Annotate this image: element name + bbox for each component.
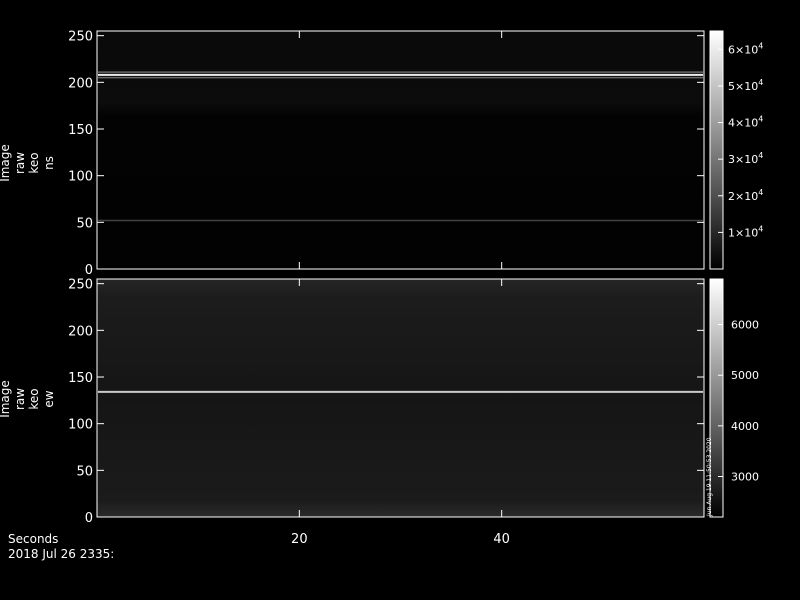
top-colorbar-times-40000: ×10 [735, 117, 758, 130]
top-colorbar-mantissa-10000: 1 [728, 226, 735, 239]
top-ytick-label-0: 0 [85, 263, 93, 278]
bottom-ytick-label-150: 150 [68, 371, 93, 386]
top-ytick-label-200: 200 [68, 76, 93, 91]
bottom-colorbar-ticks: 3000 4000 5000 6000 [718, 319, 759, 483]
top-colorbar-exponent-60000: 4 [758, 41, 763, 50]
top-colorbar-mantissa-40000: 4 [728, 117, 735, 130]
bottom-heatmap-background [97, 279, 704, 517]
top-ylabel-line-4: ns [42, 156, 56, 170]
top-colorbar-label-60000: 6×104 [728, 41, 763, 56]
top-ylabel-line-2: raw [13, 152, 27, 174]
top-colorbar-exponent-50000: 4 [758, 78, 763, 87]
bottom-colorbar-label-5000: 5000 [731, 369, 759, 382]
top-colorbar: 1×1042×1043×1044×1045×1046×104 [709, 30, 763, 270]
top-colorbar-mantissa-20000: 2 [728, 190, 735, 203]
top-colorbar-exponent-30000: 4 [758, 151, 763, 160]
top-colorbar-mantissa-50000: 5 [728, 80, 735, 93]
bottom-ylabel-line-4: ew [42, 390, 56, 407]
top-ylabel-line-3: keo [27, 152, 41, 173]
bottom-colorbar: 3000 4000 5000 6000 Jun Aug 19 11:50:53 202… [706, 278, 759, 518]
bottom-ytick-label-100: 100 [68, 418, 93, 433]
bottom-ytick-label-200: 200 [68, 324, 93, 339]
top-ylabel-line-1: Image [0, 144, 12, 182]
top-colorbar-ticks: 1×1042×1043×1044×1045×1046×104 [718, 41, 763, 239]
top-panel: 050100150200250 Image raw keo ns 1×1042×… [0, 30, 763, 278]
bottom-colorbar-label-3000: 3000 [731, 470, 759, 483]
top-colorbar-label-50000: 5×104 [728, 78, 763, 93]
top-ytick-label-100: 100 [68, 170, 93, 185]
top-colorbar-mantissa-30000: 3 [728, 153, 735, 166]
top-colorbar-label-30000: 3×104 [728, 151, 763, 166]
x-axis-title: Seconds [8, 532, 58, 546]
top-colorbar-times-30000: ×10 [735, 153, 758, 166]
top-colorbar-label-40000: 4×104 [728, 115, 763, 130]
bottom-ytick-label-50: 50 [76, 464, 93, 479]
top-colorbar-label-20000: 2×104 [728, 188, 763, 203]
bottom-ylabel-line-3: keo [27, 388, 41, 409]
top-ytick-label-50: 50 [76, 216, 93, 231]
bottom-ytick-label-250: 250 [68, 278, 93, 293]
top-colorbar-times-10000: ×10 [735, 226, 758, 239]
bottom-ytick-label-0: 0 [85, 511, 93, 526]
top-colorbar-exponent-10000: 4 [758, 224, 763, 233]
top-colorbar-gradient [709, 30, 724, 270]
xtick-label-40: 40 [493, 532, 510, 547]
top-colorbar-exponent-20000: 4 [758, 188, 763, 197]
top-colorbar-times-20000: ×10 [735, 190, 758, 203]
top-ytick-label-150: 150 [68, 123, 93, 138]
bottom-colorbar-label-6000: 6000 [731, 319, 759, 332]
colorbar-stamp: Jun Aug 19 11:50:53 2020 [706, 437, 713, 517]
bottom-ylabel-line-2: raw [13, 388, 27, 410]
timestamp-label: 2018 Jul 26 2335: [8, 547, 114, 561]
keogram-figure: 050100150200250 Image raw keo ns 1×1042×… [0, 30, 763, 561]
bottom-ylabel-line-1: Image [0, 380, 12, 418]
top-colorbar-times-60000: ×10 [735, 43, 758, 56]
top-colorbar-label-10000: 1×104 [728, 224, 763, 239]
top-colorbar-mantissa-60000: 6 [728, 43, 735, 56]
top-colorbar-times-50000: ×10 [735, 80, 758, 93]
bottom-panel: 0 50 100 150 200 250 20 40 Image raw keo ew 30… [0, 278, 759, 547]
top-heatmap-background [97, 31, 704, 269]
top-colorbar-exponent-40000: 4 [758, 115, 763, 124]
xtick-label-20: 20 [291, 532, 308, 547]
top-ytick-label-250: 250 [68, 30, 93, 45]
bottom-colorbar-label-4000: 4000 [731, 420, 759, 433]
